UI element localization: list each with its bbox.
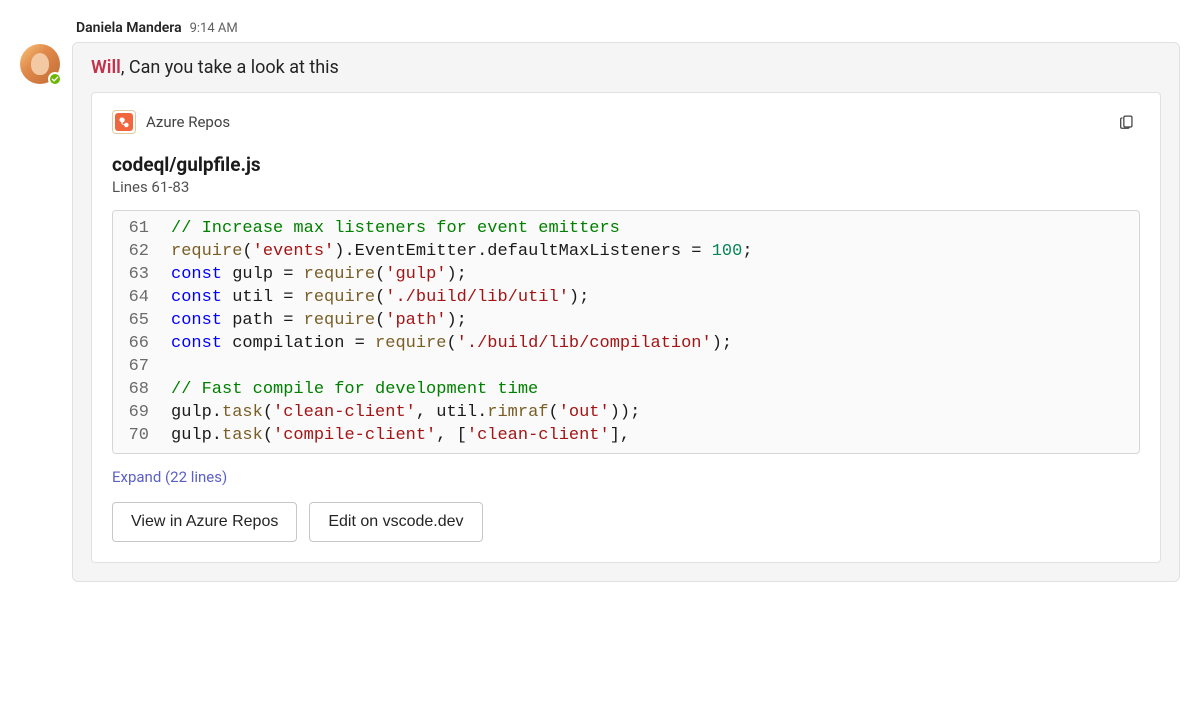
- code-content: [161, 355, 1139, 378]
- message-bubble: Will, Can you take a look at this Azure …: [72, 42, 1180, 582]
- line-number: 70: [113, 424, 161, 453]
- chat-message: Daniela Mandera 9:14 AM Will, Can you ta…: [20, 20, 1180, 582]
- code-card: Azure Repos codeql/gulpfile.js Lines 61-…: [91, 92, 1161, 563]
- mention[interactable]: Will: [91, 57, 121, 78]
- card-header: Azure Repos: [112, 109, 1140, 135]
- code-content: const gulp = require('gulp');: [161, 263, 1139, 286]
- presence-available-icon: [48, 72, 62, 86]
- code-content: const compilation = require('./build/lib…: [161, 332, 1139, 355]
- code-line: 63const gulp = require('gulp');: [113, 263, 1139, 286]
- code-content: // Fast compile for development time: [161, 378, 1139, 401]
- card-actions: View in Azure Repos Edit on vscode.dev: [112, 502, 1140, 542]
- code-content: const util = require('./build/lib/util')…: [161, 286, 1139, 309]
- avatar-container: [20, 44, 60, 84]
- line-number: 61: [113, 211, 161, 240]
- code-content: require('events').EventEmitter.defaultMa…: [161, 240, 1139, 263]
- view-in-repos-button[interactable]: View in Azure Repos: [112, 502, 297, 542]
- code-line: 70gulp.task('compile-client', ['clean-cl…: [113, 424, 1139, 453]
- code-line: 66const compilation = require('./build/l…: [113, 332, 1139, 355]
- message-meta: Daniela Mandera 9:14 AM: [72, 20, 1180, 36]
- code-line: 65const path = require('path');: [113, 309, 1139, 332]
- sender-name[interactable]: Daniela Mandera: [76, 20, 182, 36]
- line-number: 62: [113, 240, 161, 263]
- line-number: 63: [113, 263, 161, 286]
- message-timestamp: 9:14 AM: [190, 21, 238, 36]
- line-number: 65: [113, 309, 161, 332]
- code-content: // Increase max listeners for event emit…: [161, 211, 1139, 240]
- message-text-body: , Can you take a look at this: [121, 57, 339, 78]
- code-line: 68// Fast compile for development time: [113, 378, 1139, 401]
- code-line: 69gulp.task('clean-client', util.rimraf(…: [113, 401, 1139, 424]
- copy-button[interactable]: [1114, 109, 1140, 135]
- message-body: Daniela Mandera 9:14 AM Will, Can you ta…: [72, 20, 1180, 582]
- code-line: 62require('events').EventEmitter.default…: [113, 240, 1139, 263]
- expand-link[interactable]: Expand (22 lines): [112, 468, 227, 486]
- lines-range: Lines 61-83: [112, 178, 1140, 196]
- code-line: 61// Increase max listeners for event em…: [113, 211, 1139, 240]
- copy-icon: [1118, 113, 1136, 131]
- edit-on-vscode-button[interactable]: Edit on vscode.dev: [309, 502, 482, 542]
- message-text: Will, Can you take a look at this: [91, 57, 1161, 78]
- line-number: 66: [113, 332, 161, 355]
- line-number: 67: [113, 355, 161, 378]
- line-number: 69: [113, 401, 161, 424]
- code-line: 64const util = require('./build/lib/util…: [113, 286, 1139, 309]
- code-content: gulp.task('clean-client', util.rimraf('o…: [161, 401, 1139, 424]
- card-app-info: Azure Repos: [112, 110, 230, 134]
- file-title: codeql/gulpfile.js: [112, 153, 1140, 176]
- line-number: 64: [113, 286, 161, 309]
- line-number: 68: [113, 378, 161, 401]
- code-content: const path = require('path');: [161, 309, 1139, 332]
- card-app-name: Azure Repos: [146, 113, 230, 131]
- azure-repos-icon: [112, 110, 136, 134]
- code-block: 61// Increase max listeners for event em…: [112, 210, 1140, 454]
- code-content: gulp.task('compile-client', ['clean-clie…: [161, 424, 1139, 453]
- code-line: 67: [113, 355, 1139, 378]
